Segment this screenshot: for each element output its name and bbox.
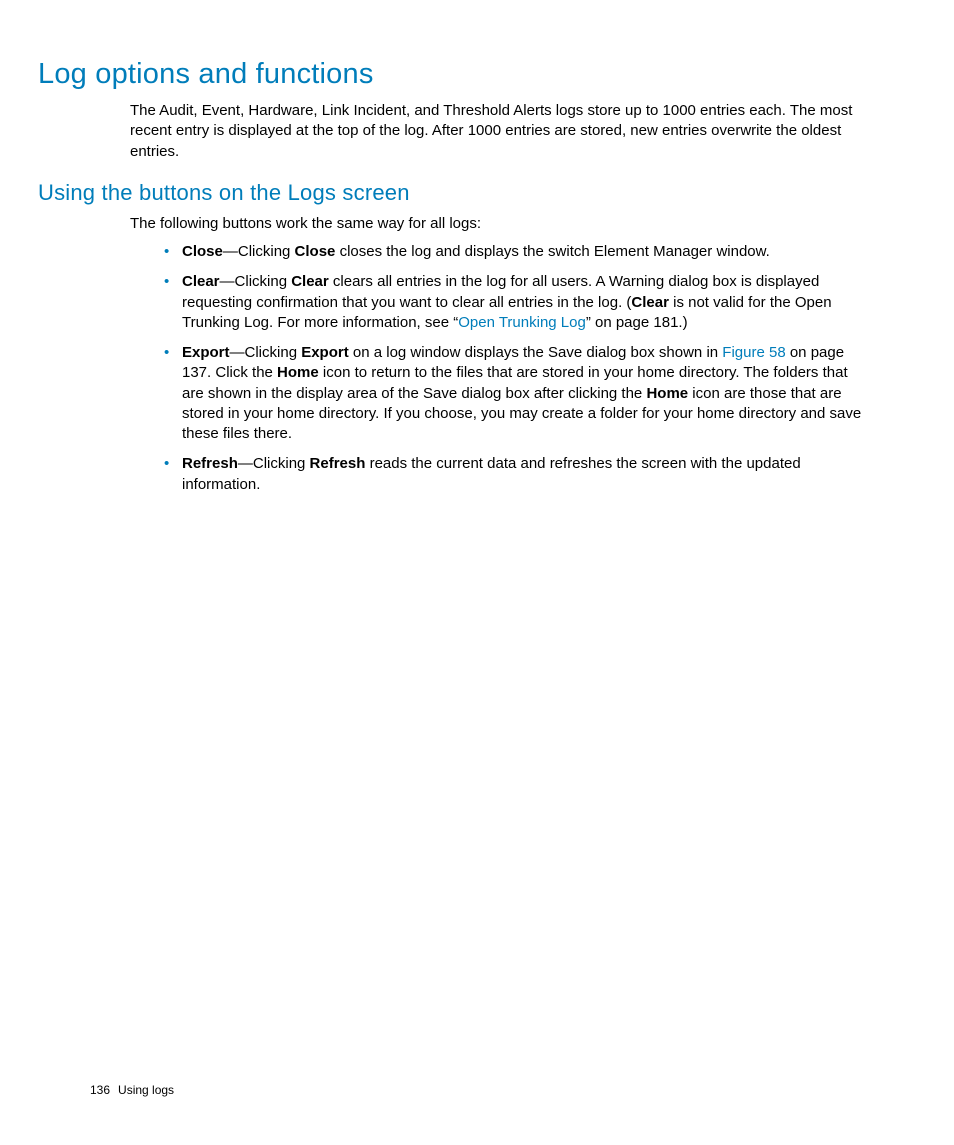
list-item-clear: Clear—Clicking Clear clears all entries … [160,272,864,333]
text: —Clicking [223,243,295,260]
text: —Clicking [220,273,292,290]
text: on a log window displays the Save dialog… [349,344,723,361]
button-description-list: Close—Clicking Close closes the log and … [90,242,864,495]
list-item-refresh: Refresh—Clicking Refresh reads the curre… [160,454,864,495]
list-item-close: Close—Clicking Close closes the log and … [160,242,864,262]
intro-paragraph-2: The following buttons work the same way … [130,214,864,234]
footer-section: Using logs [118,1083,174,1097]
heading-using-buttons: Using the buttons on the Logs screen [38,180,864,206]
page-container: Log options and functions The Audit, Eve… [0,0,954,1145]
list-item-export: Export—Clicking Export on a log window d… [160,343,864,444]
intro-paragraph-1: The Audit, Event, Hardware, Link Inciden… [130,101,864,162]
heading-log-options: Log options and functions [38,58,864,91]
home-label-1: Home [277,364,319,381]
refresh-label-2: Refresh [310,455,366,472]
text: ” on page 181.) [586,314,688,331]
text: —Clicking [230,344,302,361]
export-label-2: Export [301,344,349,361]
clear-label-2: Clear [291,273,329,290]
link-open-trunking-log[interactable]: Open Trunking Log [458,314,586,331]
home-label-2: Home [646,385,688,402]
refresh-label: Refresh [182,455,238,472]
clear-label: Clear [182,273,220,290]
page-number: 136 [90,1083,110,1097]
link-figure-58[interactable]: Figure 58 [722,344,785,361]
close-label: Close [182,243,223,260]
close-label-2: Close [295,243,336,260]
text: closes the log and displays the switch E… [335,243,769,260]
text: —Clicking [238,455,310,472]
clear-label-3: Clear [631,294,669,311]
page-footer: 136 Using logs [90,1083,174,1097]
export-label: Export [182,344,230,361]
